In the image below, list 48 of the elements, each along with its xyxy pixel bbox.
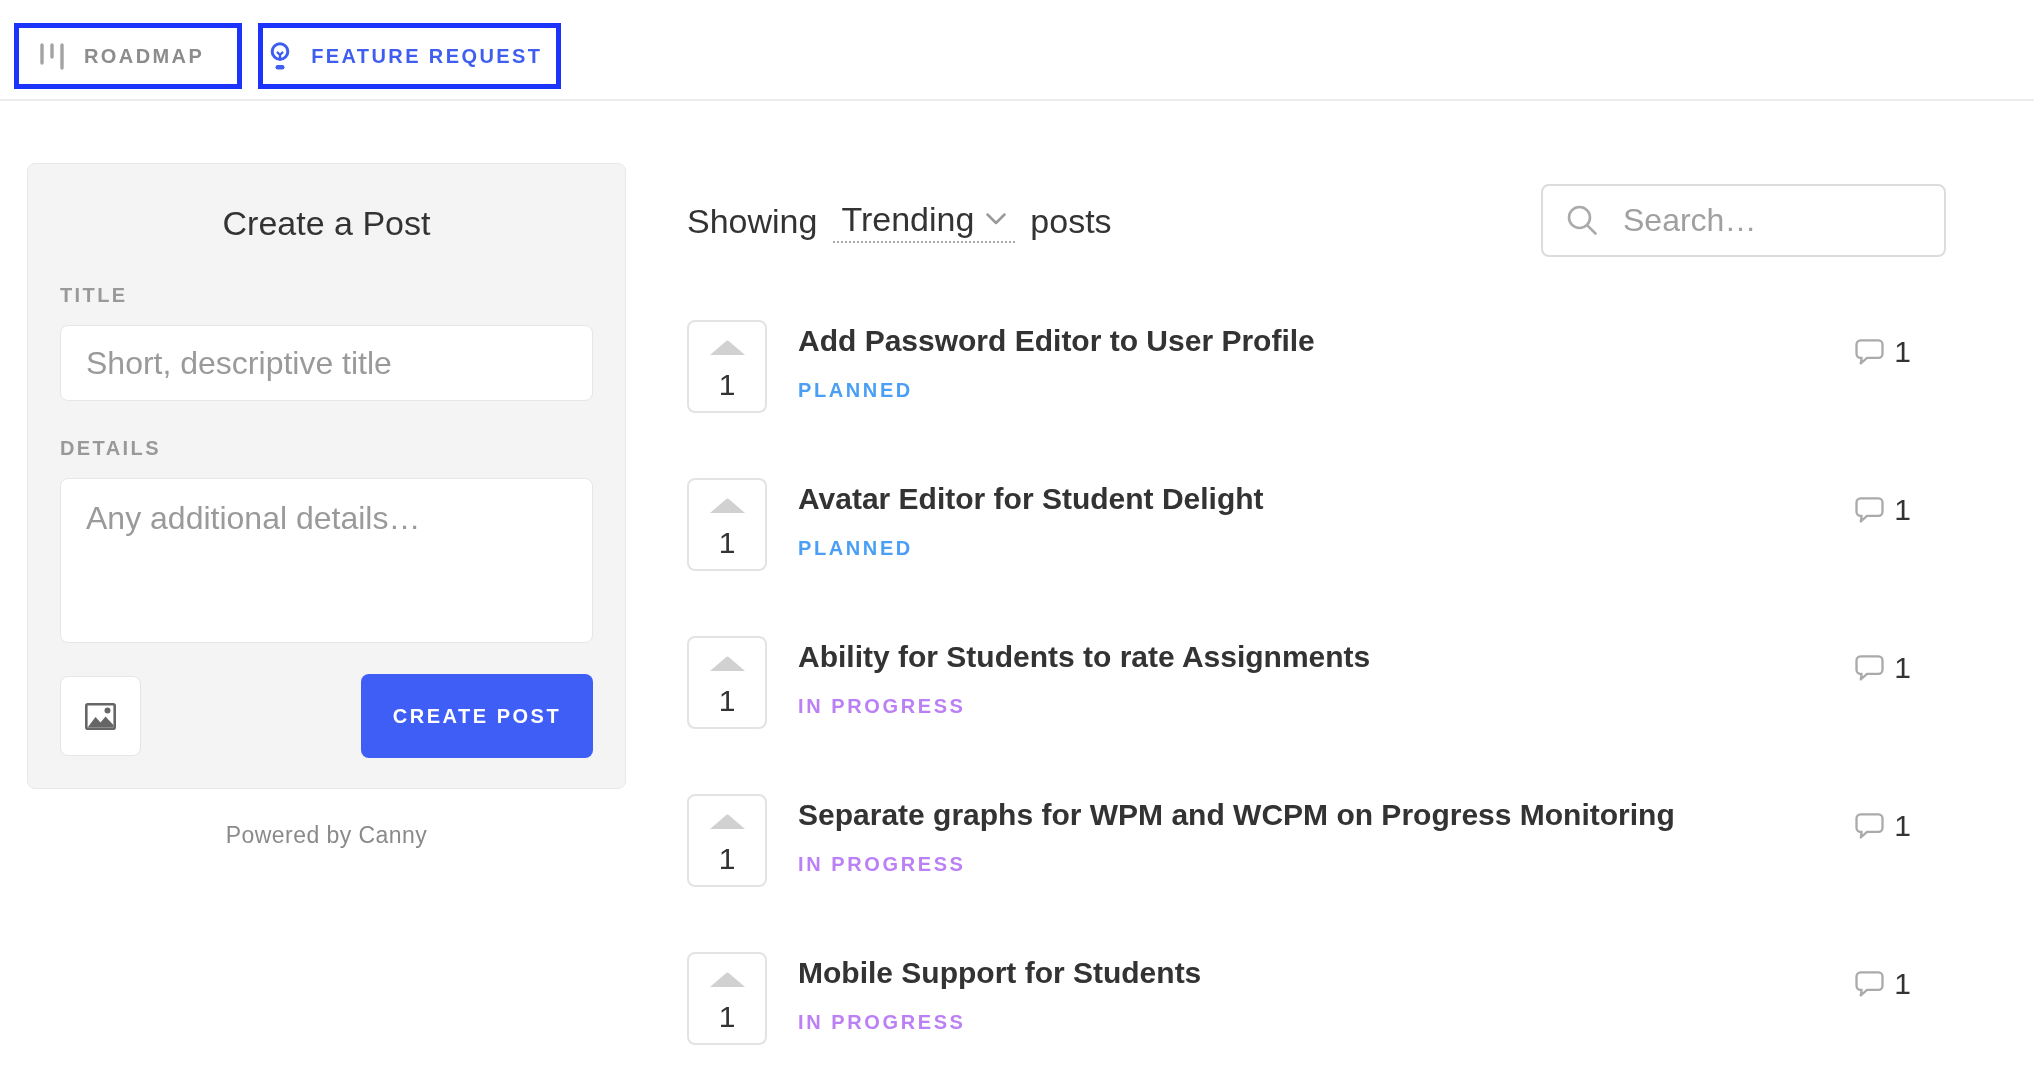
status-label: IN PROGRESS bbox=[798, 852, 966, 877]
search-field[interactable]: Search… bbox=[1541, 184, 1946, 257]
sort-dropdown[interactable]: Trending bbox=[833, 198, 1016, 243]
up-caret-icon bbox=[709, 814, 745, 829]
search-icon bbox=[1567, 205, 1597, 235]
input-field[interactable]: Short, descriptive title bbox=[60, 325, 593, 401]
up-caret-icon bbox=[709, 340, 745, 355]
powered-by-text: Powered by Canny bbox=[225, 821, 428, 849]
showing-label: Showing bbox=[687, 200, 818, 241]
create-post-button[interactable]: CREATE POST bbox=[361, 674, 593, 758]
comment-count: 1 bbox=[1894, 334, 1911, 370]
field-label: TITLE bbox=[60, 283, 128, 308]
posts-label: posts bbox=[1030, 200, 1112, 241]
comment-icon bbox=[1855, 971, 1885, 997]
vote-button[interactable]: 1 bbox=[687, 478, 767, 571]
comment-icon bbox=[1855, 497, 1885, 523]
comment-icon bbox=[1855, 655, 1885, 681]
comment-count: 1 bbox=[1894, 492, 1911, 528]
post-title[interactable]: Add Password Editor to User Profile bbox=[798, 323, 1315, 359]
post-title[interactable]: Mobile Support for Students bbox=[798, 955, 1202, 991]
comment-icon bbox=[1855, 813, 1885, 839]
lightbulb-icon bbox=[270, 42, 291, 70]
comment-count: 1 bbox=[1894, 808, 1911, 844]
bars-icon bbox=[40, 42, 64, 70]
field-label: DETAILS bbox=[60, 436, 161, 461]
post-title[interactable]: Separate graphs for WPM and WCPM on Progress Monitoring bbox=[798, 797, 1675, 833]
post-title[interactable]: Avatar Editor for Student Delight bbox=[798, 481, 1264, 517]
vote-button[interactable]: 1 bbox=[687, 952, 767, 1045]
panel-title: Create a Post bbox=[222, 203, 431, 243]
textarea-field[interactable]: Any additional details… bbox=[60, 478, 593, 643]
status-label: PLANNED bbox=[798, 536, 913, 561]
up-caret-icon bbox=[709, 656, 745, 671]
vote-button[interactable]: 1 bbox=[687, 794, 767, 887]
chevron-down-icon bbox=[986, 212, 1007, 225]
comment-count: 1 bbox=[1894, 966, 1911, 1002]
nav-tab[interactable]: FEATURE REQUEST bbox=[258, 23, 562, 89]
up-caret-icon bbox=[709, 972, 745, 987]
comment-count: 1 bbox=[1894, 650, 1911, 686]
status-label: IN PROGRESS bbox=[798, 694, 966, 719]
up-caret-icon bbox=[709, 498, 745, 513]
vote-button[interactable]: 1 bbox=[687, 636, 767, 729]
vote-button[interactable]: 1 bbox=[687, 320, 767, 413]
comment-icon bbox=[1855, 339, 1885, 365]
status-label: IN PROGRESS bbox=[798, 1010, 966, 1035]
status-label: PLANNED bbox=[798, 378, 913, 403]
image-icon bbox=[85, 702, 116, 730]
post-title[interactable]: Ability for Students to rate Assignments bbox=[798, 639, 1371, 675]
image-button[interactable] bbox=[60, 676, 141, 756]
